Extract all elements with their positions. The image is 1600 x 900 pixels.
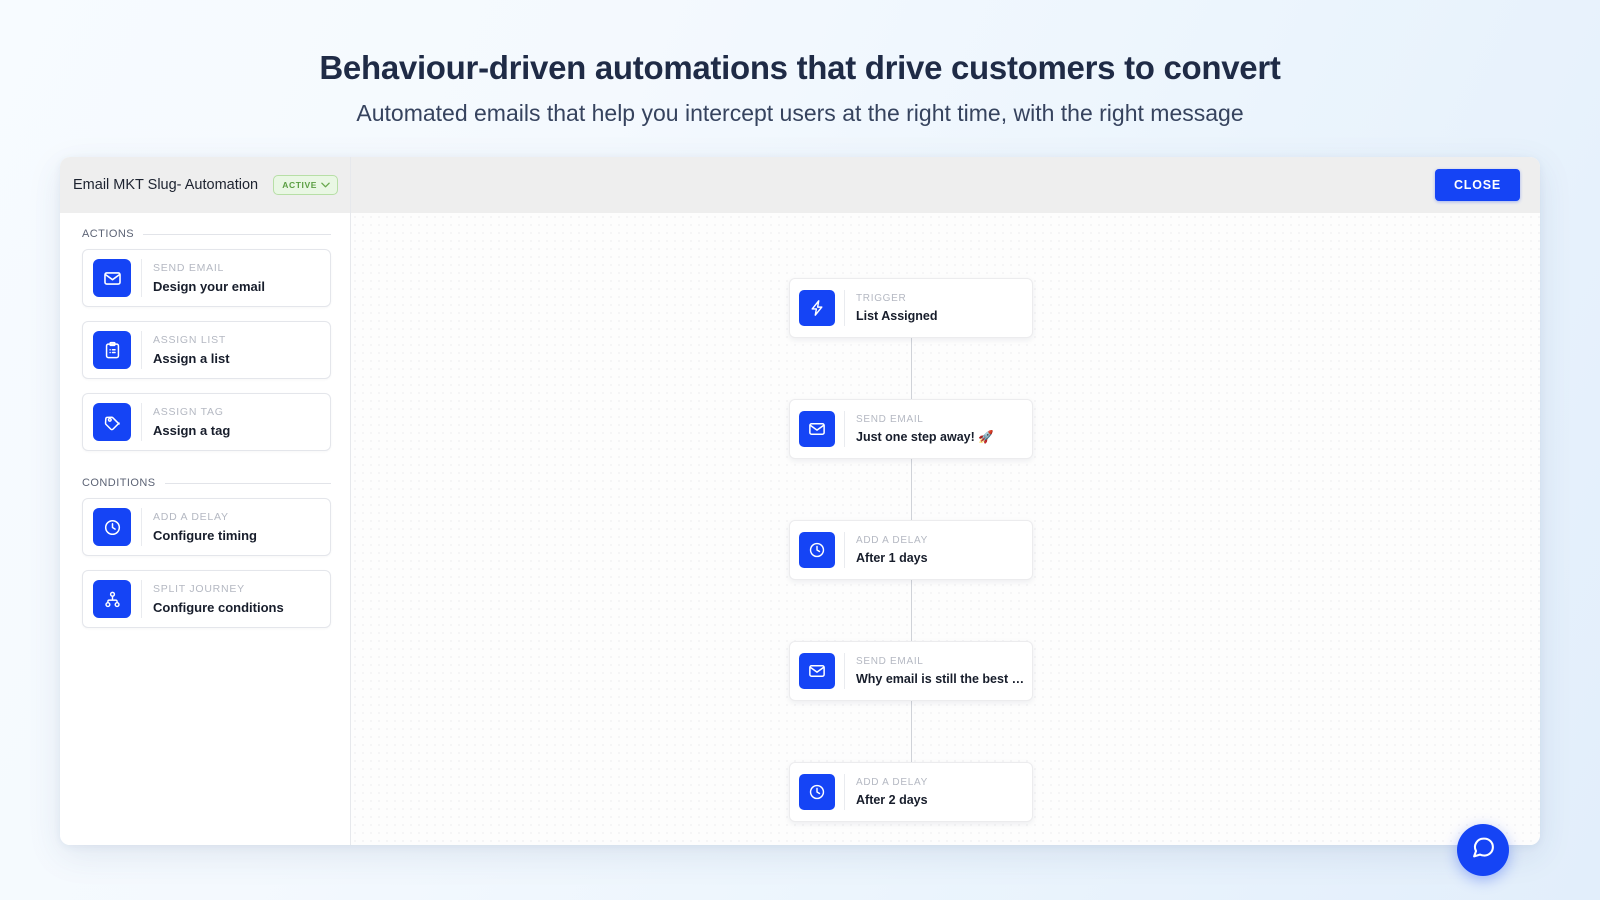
sidebar: Email MKT Slug- Automation ACTIVE ACTION… <box>60 157 351 845</box>
flow-node-delay-2[interactable]: ADD A DELAY After 2 days <box>789 762 1033 822</box>
envelope-icon <box>799 411 835 447</box>
flow-node-send-email-1[interactable]: SEND EMAIL Just one step away! 🚀 <box>789 399 1033 459</box>
sidebar-item-label: Assign a list <box>153 351 230 366</box>
hero-section: Behaviour-driven automations that drive … <box>0 0 1600 128</box>
sidebar-item-kicker: SPLIT JOURNEY <box>153 583 245 595</box>
lightning-bolt-icon <box>799 290 835 326</box>
clock-icon <box>93 508 131 546</box>
sidebar-item-kicker: ASSIGN LIST <box>153 334 227 346</box>
flow-node-delay-1[interactable]: ADD A DELAY After 1 days <box>789 520 1033 580</box>
sidebar-item-text: ADD A DELAY Configure timing <box>142 511 257 543</box>
flow-node-text: ADD A DELAY After 1 days <box>845 535 928 565</box>
flow-node-send-email-2[interactable]: SEND EMAIL Why email is still the best w… <box>789 641 1033 701</box>
divider <box>143 233 331 235</box>
flow-node-text: ADD A DELAY After 2 days <box>845 777 928 807</box>
automation-name: Email MKT Slug- Automation <box>73 177 259 193</box>
sidebar-item-kicker: SEND EMAIL <box>153 262 225 274</box>
group-label: ACTIONS <box>82 228 135 240</box>
sidebar-item-kicker: ASSIGN TAG <box>153 406 224 418</box>
sidebar-header: Email MKT Slug- Automation ACTIVE <box>60 157 350 213</box>
status-badge[interactable]: ACTIVE <box>273 175 338 195</box>
flow-node-kicker: SEND EMAIL <box>856 413 924 425</box>
sidebar-item-label: Design your email <box>153 279 265 294</box>
flow-node-kicker: ADD A DELAY <box>856 777 928 788</box>
flow-node-label: Just one step away! 🚀 <box>856 429 994 444</box>
sidebar-item-text: SPLIT JOURNEY Configure conditions <box>142 583 284 615</box>
split-journey-icon <box>93 580 131 618</box>
sidebar-item-label: Configure conditions <box>153 600 284 615</box>
group-label: CONDITIONS <box>82 477 156 489</box>
chat-launcher-button[interactable] <box>1457 824 1509 876</box>
flow-connector <box>911 459 912 520</box>
clock-icon <box>799 532 835 568</box>
flow-node-kicker: TRIGGER <box>856 293 907 304</box>
sidebar-group-header-conditions: CONDITIONS <box>82 477 331 489</box>
automation-builder-window: Email MKT Slug- Automation ACTIVE ACTION… <box>60 157 1540 845</box>
tag-icon <box>93 403 131 441</box>
sidebar-item-text: SEND EMAIL Design your email <box>142 262 265 294</box>
clock-icon <box>799 774 835 810</box>
canvas-panel: CLOSE TRIGGER List Assigned SEND EMAIL J… <box>351 157 1540 845</box>
sidebar-item-text: ASSIGN TAG Assign a tag <box>142 406 230 438</box>
flow-node-kicker: SEND EMAIL <box>856 656 924 667</box>
clipboard-list-icon <box>93 331 131 369</box>
chevron-down-icon <box>321 180 330 190</box>
flow-node-text: TRIGGER List Assigned <box>845 293 938 323</box>
flow-node-label: After 2 days <box>856 793 928 807</box>
sidebar-item-text: ASSIGN LIST Assign a list <box>142 334 230 366</box>
close-button[interactable]: CLOSE <box>1434 169 1520 201</box>
sidebar-item-label: Configure timing <box>153 528 257 543</box>
flow-node-label: List Assigned <box>856 309 938 323</box>
sidebar-item-send-email[interactable]: SEND EMAIL Design your email <box>82 249 331 307</box>
sidebar-body: ACTIONS SEND EMAIL Design your email ASS… <box>60 213 350 845</box>
page-title: Behaviour-driven automations that drive … <box>319 49 1281 86</box>
canvas-toolbar: CLOSE <box>351 157 1540 213</box>
flow-node-trigger[interactable]: TRIGGER List Assigned <box>789 278 1033 338</box>
flow-node-label: Why email is still the best wa… <box>856 672 1031 686</box>
sidebar-item-label: Assign a tag <box>153 423 231 438</box>
flow-canvas[interactable]: TRIGGER List Assigned SEND EMAIL Just on… <box>351 213 1540 845</box>
flow-node-kicker: ADD A DELAY <box>856 535 928 546</box>
divider <box>164 482 331 484</box>
flow-node-text: SEND EMAIL Just one step away! 🚀 <box>845 414 994 445</box>
envelope-icon <box>93 259 131 297</box>
flow-node-label: After 1 days <box>856 551 928 565</box>
flow-connector <box>911 338 912 399</box>
flow-connector <box>911 701 912 762</box>
sidebar-group-header-actions: ACTIONS <box>82 228 331 240</box>
flow-node-text: SEND EMAIL Why email is still the best w… <box>845 656 1031 686</box>
sidebar-item-split-journey[interactable]: SPLIT JOURNEY Configure conditions <box>82 570 331 628</box>
sidebar-item-assign-tag[interactable]: ASSIGN TAG Assign a tag <box>82 393 331 451</box>
page-subtitle: Automated emails that help you intercept… <box>356 100 1244 127</box>
chat-bubble-icon <box>1471 835 1496 865</box>
envelope-icon <box>799 653 835 689</box>
sidebar-item-kicker: ADD A DELAY <box>153 511 229 523</box>
sidebar-item-assign-list[interactable]: ASSIGN LIST Assign a list <box>82 321 331 379</box>
flow-connector <box>911 580 912 641</box>
sidebar-item-add-a-delay[interactable]: ADD A DELAY Configure timing <box>82 498 331 556</box>
status-badge-label: ACTIVE <box>282 180 317 190</box>
